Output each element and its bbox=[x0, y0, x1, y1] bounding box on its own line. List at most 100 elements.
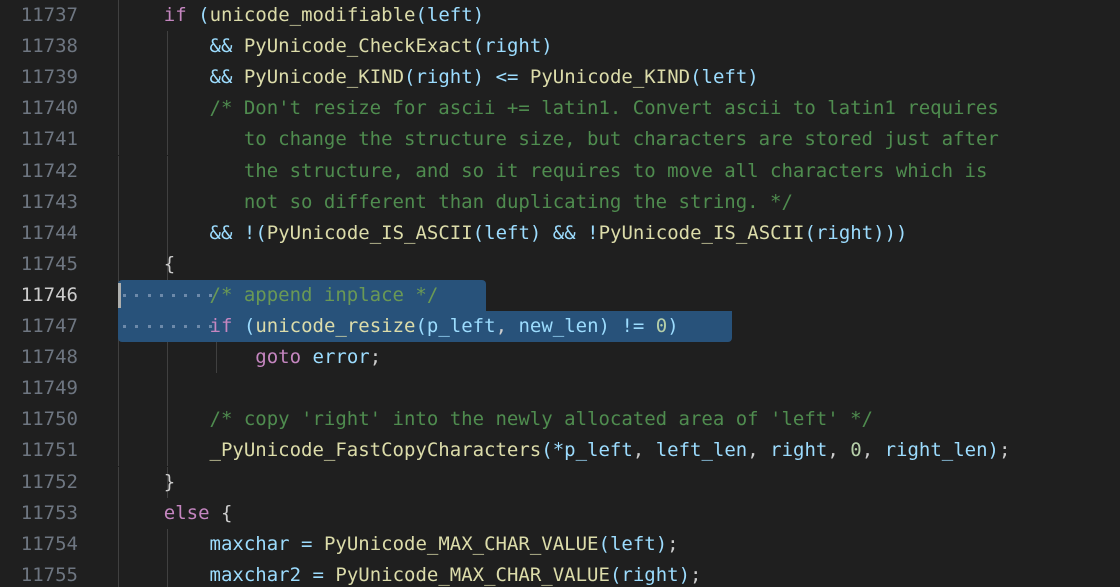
line-number: 11745 bbox=[20, 252, 78, 275]
code-token: ; bbox=[667, 532, 679, 555]
line-content[interactable]: { bbox=[118, 249, 175, 280]
code-token: PyUnicode_IS_ASCII bbox=[266, 221, 473, 244]
code-line[interactable]: 11744 && !(PyUnicode_IS_ASCII(left) && !… bbox=[0, 217, 1120, 249]
code-token: error bbox=[312, 346, 370, 369]
code-line[interactable]: 11749 bbox=[0, 373, 1120, 405]
line-number: 11744 bbox=[20, 221, 78, 244]
code-token: ( bbox=[243, 315, 256, 337]
indent-guide bbox=[167, 373, 169, 405]
whitespace-dot bbox=[172, 293, 176, 297]
code-line[interactable]: 11754 maxchar = PyUnicode_MAX_CHAR_VALUE… bbox=[0, 528, 1120, 560]
code-line[interactable]: 11740 /* Don't resize for ascii += latin… bbox=[0, 93, 1120, 125]
line-content[interactable]: && PyUnicode_KIND(right) <= PyUnicode_KI… bbox=[118, 62, 759, 93]
code-token: unicode_modifiable bbox=[209, 4, 416, 26]
code-token: if bbox=[209, 315, 233, 337]
code-line[interactable]: 11741 to change the structure size, but … bbox=[0, 124, 1120, 156]
code-token: ) bbox=[541, 35, 553, 58]
code-line[interactable]: 11738 && PyUnicode_CheckExact(right) bbox=[0, 31, 1120, 63]
code-line[interactable]: 11746 /* append inplace */ bbox=[0, 279, 1120, 311]
line-content[interactable]: maxchar2 = PyUnicode_MAX_CHAR_VALUE(righ… bbox=[118, 560, 702, 587]
line-number: 11749 bbox=[20, 377, 78, 400]
whitespace-dot bbox=[196, 293, 200, 297]
line-content[interactable]: } bbox=[118, 467, 175, 498]
code-line[interactable]: 11750 /* copy 'right' into the newly all… bbox=[0, 404, 1120, 436]
whitespace-dot bbox=[159, 325, 163, 328]
line-content[interactable]: if (unicode_resize(p_left, new_len) != 0… bbox=[118, 311, 679, 342]
code-line[interactable]: 11755 maxchar2 = PyUnicode_MAX_CHAR_VALU… bbox=[0, 559, 1120, 587]
code-line[interactable]: 11747 if (unicode_resize(p_left, new_len… bbox=[0, 311, 1120, 343]
code-token: ; bbox=[999, 439, 1011, 462]
code-token: ( bbox=[598, 532, 610, 555]
code-token: && bbox=[209, 35, 233, 58]
line-content[interactable]: && PyUnicode_CheckExact(right) bbox=[118, 31, 553, 62]
line-number: 11755 bbox=[20, 563, 78, 586]
text-caret bbox=[118, 282, 121, 308]
code-token: 0 bbox=[850, 439, 862, 462]
line-number: 11739 bbox=[20, 66, 78, 89]
line-content[interactable]: && !(PyUnicode_IS_ASCII(left) && !PyUnic… bbox=[118, 218, 908, 249]
line-content[interactable]: if (unicode_modifiable(left) bbox=[118, 0, 484, 31]
line-content[interactable]: the structure, and so it requires to mov… bbox=[118, 156, 988, 187]
line-content[interactable]: /* Don't resize for ascii += latin1. Con… bbox=[118, 93, 999, 124]
whitespace-dot bbox=[196, 325, 200, 328]
code-editor[interactable]: 11737 if (unicode_modifiable(left) 11738 … bbox=[0, 0, 1120, 587]
line-content[interactable]: _PyUnicode_FastCopyCharacters(*p_left, l… bbox=[118, 435, 1011, 466]
code-token: p_left bbox=[426, 315, 496, 337]
code-token: ( bbox=[541, 439, 553, 462]
code-token: } bbox=[163, 470, 176, 493]
line-content[interactable]: /* append inplace */ bbox=[118, 280, 439, 311]
whitespace-dot bbox=[123, 293, 127, 297]
line-content[interactable]: maxchar = PyUnicode_MAX_CHAR_VALUE(left)… bbox=[118, 529, 679, 560]
code-token: ( bbox=[198, 4, 210, 26]
code-token: = bbox=[301, 532, 313, 555]
code-line[interactable]: 11742 the structure, and so it requires … bbox=[0, 155, 1120, 187]
code-line[interactable]: 11737 if (unicode_modifiable(left) bbox=[0, 0, 1120, 32]
code-token: left bbox=[609, 532, 656, 555]
line-number: 11748 bbox=[20, 346, 78, 369]
code-token: ( bbox=[609, 563, 622, 586]
whitespace-dot bbox=[209, 325, 213, 328]
code-token: <= bbox=[495, 66, 519, 89]
line-content[interactable]: else { bbox=[118, 498, 233, 529]
code-token: new_len bbox=[518, 315, 599, 337]
code-line[interactable]: 11743 not so different than duplicating … bbox=[0, 186, 1120, 218]
whitespace-dot bbox=[123, 325, 127, 328]
code-line[interactable]: 11739 && PyUnicode_KIND(right) <= PyUnic… bbox=[0, 62, 1120, 94]
code-token: _PyUnicode_FastCopyCharacters bbox=[209, 439, 542, 462]
code-token: PyUnicode_MAX_CHAR_VALUE bbox=[323, 532, 599, 555]
code-token: left bbox=[701, 66, 748, 89]
line-number: 11747 bbox=[20, 315, 78, 337]
code-line[interactable]: 11753 else { bbox=[0, 497, 1120, 529]
code-token: ( bbox=[404, 66, 416, 89]
code-line[interactable]: 11745 { bbox=[0, 248, 1120, 280]
code-line[interactable]: 11751 _PyUnicode_FastCopyCharacters(*p_l… bbox=[0, 435, 1120, 467]
line-content[interactable]: /* copy 'right' into the newly allocated… bbox=[118, 404, 873, 435]
code-token: ) bbox=[529, 221, 542, 244]
code-token: ) bbox=[667, 315, 679, 337]
line-number: 11752 bbox=[20, 470, 78, 493]
code-line[interactable]: 11752 } bbox=[0, 466, 1120, 498]
code-token: else bbox=[163, 501, 210, 524]
whitespace-dot bbox=[184, 293, 188, 297]
code-token: right bbox=[815, 221, 874, 244]
code-token: && bbox=[552, 221, 576, 244]
code-line[interactable]: 11748 goto error; bbox=[0, 342, 1120, 374]
indent-guides bbox=[0, 373, 1120, 405]
line-content[interactable]: to change the structure size, but charac… bbox=[118, 124, 999, 155]
line-content[interactable]: goto error; bbox=[118, 342, 381, 373]
code-token: right bbox=[415, 66, 473, 89]
line-content[interactable]: not so different than duplicating the st… bbox=[118, 187, 793, 218]
